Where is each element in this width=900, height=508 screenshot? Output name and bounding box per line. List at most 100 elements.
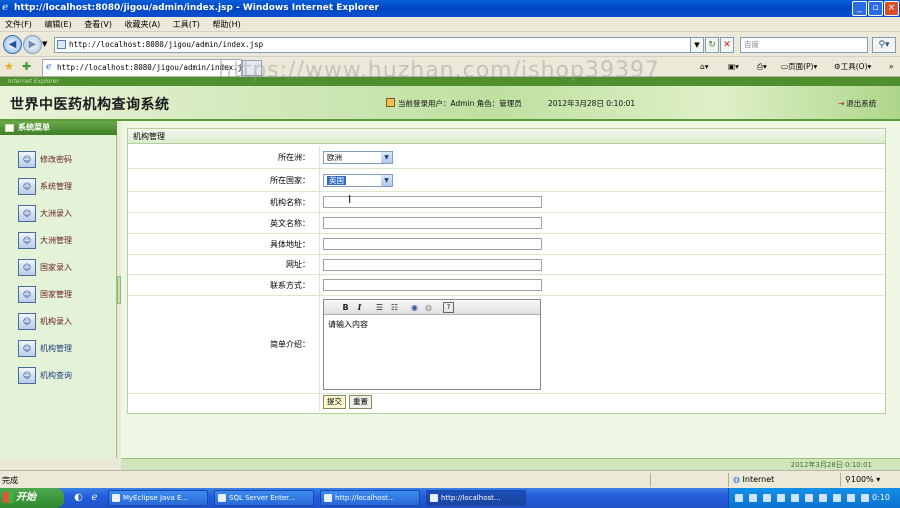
menu-help[interactable]: 帮助(H): [207, 17, 245, 32]
tray-keyboard-icon[interactable]: [735, 494, 743, 502]
sidebar-item-institution-manage[interactable]: ☺ 机构管理: [18, 340, 113, 362]
sidebar-item-system-manage[interactable]: ☺ 系统管理: [18, 178, 113, 200]
sidebar-item-label: 大洲管理: [40, 236, 72, 245]
contact-input[interactable]: [323, 279, 542, 291]
tray-network-icon[interactable]: [749, 494, 757, 502]
windows-taskbar: 开始 ◐ ℯ MyEclipse Java E... SQL Server En…: [0, 488, 900, 508]
tray-app-icon[interactable]: [833, 494, 841, 502]
search-icon: ⚲▾: [878, 40, 890, 50]
ie-quicklaunch-icon[interactable]: ℯ: [88, 491, 101, 504]
user-icon: ☺: [18, 259, 36, 276]
user-icon: [386, 98, 395, 107]
chevron-down-icon: ▼: [694, 41, 700, 49]
menu-view[interactable]: 查看(V): [79, 17, 117, 32]
continent-value: 欧洲: [327, 153, 342, 162]
menu-file[interactable]: 文件(F): [0, 17, 37, 32]
start-button[interactable]: 开始: [0, 488, 64, 508]
favorites-star-icon[interactable]: ★: [4, 60, 14, 73]
tray-app-icon[interactable]: [847, 494, 855, 502]
user-icon: ☺: [18, 340, 36, 357]
tools-menu-button[interactable]: ⚙工具(O)▾: [834, 59, 871, 75]
english-name-input[interactable]: [323, 217, 542, 229]
user-icon: ☺: [18, 151, 36, 168]
home-button[interactable]: ⌂▾: [700, 59, 709, 75]
search-input[interactable]: 百度: [740, 37, 868, 53]
user-icon: ☺: [18, 232, 36, 249]
minimize-button[interactable]: _: [852, 1, 867, 16]
help-icon[interactable]: ?: [443, 302, 454, 313]
app-title: 世界中医药机构查询系统: [10, 97, 170, 113]
tray-app-icon[interactable]: [791, 494, 799, 502]
menu-tools[interactable]: 工具(T): [168, 17, 205, 32]
maximize-button[interactable]: ▫: [868, 1, 883, 16]
refresh-button[interactable]: ↻: [705, 37, 719, 53]
rich-text-editor[interactable]: B I ☰ ☷ ◉ ◍ ? 请输入内容: [323, 299, 541, 390]
close-button[interactable]: ×: [884, 1, 899, 16]
address-dropdown-button[interactable]: ▼: [690, 37, 704, 53]
form-row-website: 网址：: [128, 255, 885, 275]
intro-label: 简单介绍：: [128, 296, 320, 393]
country-select[interactable]: 英国 ▼: [323, 174, 393, 187]
back-button[interactable]: ◀: [3, 35, 22, 54]
website-input[interactable]: [323, 259, 542, 271]
link-icon[interactable]: ◉: [409, 302, 420, 313]
submit-button[interactable]: 提交: [323, 395, 346, 409]
chevron-down-icon: ▼: [381, 152, 392, 163]
sidebar-item-institution-add[interactable]: ☺ 机构录入: [18, 313, 113, 335]
sidebar-item-continent-add[interactable]: ☺ 大洲录入: [18, 205, 113, 227]
history-dropdown-icon[interactable]: ▼: [42, 40, 47, 48]
current-user-info: 当前登录用户：Admin 角色：管理员: [386, 98, 522, 109]
globe-icon: ◍: [733, 475, 740, 484]
bold-icon[interactable]: B: [340, 302, 351, 313]
tray-volume-icon[interactable]: [763, 494, 771, 502]
zoom-control[interactable]: ⚲100% ▾: [845, 475, 880, 484]
unlink-icon[interactable]: ◍: [423, 302, 434, 313]
feeds-button[interactable]: ▣▾: [728, 59, 739, 75]
tray-app-icon[interactable]: [805, 494, 813, 502]
menu-edit[interactable]: 编辑(E): [39, 17, 76, 32]
stop-icon: ✕: [723, 40, 731, 50]
app-top-strip: Internet Explorer: [0, 77, 900, 86]
sidebar-item-country-manage[interactable]: ☺ 国家管理: [18, 286, 113, 308]
page-menu-button[interactable]: ▭页面(P)▾: [781, 59, 817, 75]
contact-label: 联系方式：: [128, 275, 320, 295]
tray-app-icon[interactable]: [777, 494, 785, 502]
continent-select[interactable]: 欧洲 ▼: [323, 151, 393, 164]
task-ie-2[interactable]: http://localhost...: [426, 490, 526, 506]
stop-button[interactable]: ✕: [720, 37, 734, 53]
tab-current[interactable]: ℯ http://localhost:8080/jigou/admin/inde…: [42, 59, 242, 76]
task-sql-server[interactable]: SQL Server Enter...: [214, 490, 314, 506]
task-ie-1[interactable]: http://localhost...: [320, 490, 420, 506]
logout-link[interactable]: ⇥ 退出系统: [838, 98, 876, 109]
forward-button[interactable]: ▶: [23, 35, 42, 54]
sidebar-item-label: 机构查询: [40, 371, 72, 380]
form-row-english-name: 英文名称：: [128, 213, 885, 234]
menu-favorites[interactable]: 收藏夹(A): [120, 17, 166, 32]
institution-name-input[interactable]: [323, 196, 542, 208]
toolbar-overflow-button[interactable]: »: [889, 59, 894, 75]
tray-app-icon[interactable]: [819, 494, 827, 502]
sidebar-item-country-add[interactable]: ☺ 国家录入: [18, 259, 113, 281]
ordered-list-icon[interactable]: ☰: [374, 302, 385, 313]
editor-content[interactable]: 请输入内容: [328, 319, 368, 330]
sidebar-item-institution-query[interactable]: ☺ 机构查询: [18, 367, 113, 389]
continent-label: 所在洲：: [128, 146, 320, 168]
taskbar-clock: 0:10: [872, 493, 890, 502]
show-desktop-icon[interactable]: ◐: [72, 491, 85, 504]
sidebar-item-continent-manage[interactable]: ☺ 大洲管理: [18, 232, 113, 254]
reset-button[interactable]: 重置: [349, 395, 372, 409]
print-button[interactable]: ⎙▾: [757, 59, 767, 75]
sidebar-item-label: 系统管理: [40, 182, 72, 191]
italic-icon[interactable]: I: [354, 302, 365, 313]
footer-date: 2012年3月28日 0:10:01: [790, 461, 872, 469]
search-button[interactable]: ⚲▾: [872, 37, 896, 53]
window-title: http://localhost:8080/jigou/admin/index.…: [14, 3, 379, 13]
address-input[interactable]: http://localhost:8080/jigou/admin/index.…: [54, 37, 702, 53]
sidebar-item-change-password[interactable]: ☺ 修改密码: [18, 151, 113, 173]
tray-app-icon[interactable]: [861, 494, 869, 502]
new-tab-button[interactable]: [242, 60, 262, 76]
address-input-field[interactable]: [323, 238, 542, 250]
add-favorite-icon[interactable]: ✚: [22, 60, 31, 73]
task-myeclipse[interactable]: MyEclipse Java E...: [108, 490, 208, 506]
unordered-list-icon[interactable]: ☷: [389, 302, 400, 313]
